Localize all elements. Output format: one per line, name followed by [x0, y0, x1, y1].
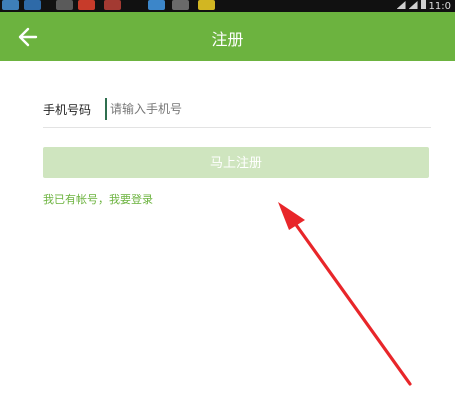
phone-input[interactable]: [105, 98, 410, 120]
notification-icon: [78, 0, 95, 10]
signal-icon: [408, 1, 418, 9]
notification-icon: [56, 0, 73, 10]
notification-icon: [198, 0, 215, 10]
page-title: 注册: [211, 30, 244, 49]
status-bar: 11:0: [0, 0, 455, 12]
phone-field-row: 手机号码: [43, 91, 431, 128]
phone-label: 手机号码: [43, 103, 92, 117]
notification-icon: [2, 0, 19, 10]
notification-icon: [148, 0, 165, 10]
notification-icon: [172, 0, 189, 10]
status-time: 11:0: [428, 1, 451, 12]
signal-icon: [396, 1, 406, 9]
status-right: 11:0: [396, 0, 451, 12]
notification-icon: [24, 0, 41, 10]
battery-icon: [420, 0, 426, 9]
register-button[interactable]: 马上注册: [43, 147, 429, 178]
notification-icon: [104, 0, 121, 10]
app-bar: 注册: [0, 12, 455, 61]
login-link[interactable]: 我已有帐号，我要登录: [43, 191, 153, 207]
